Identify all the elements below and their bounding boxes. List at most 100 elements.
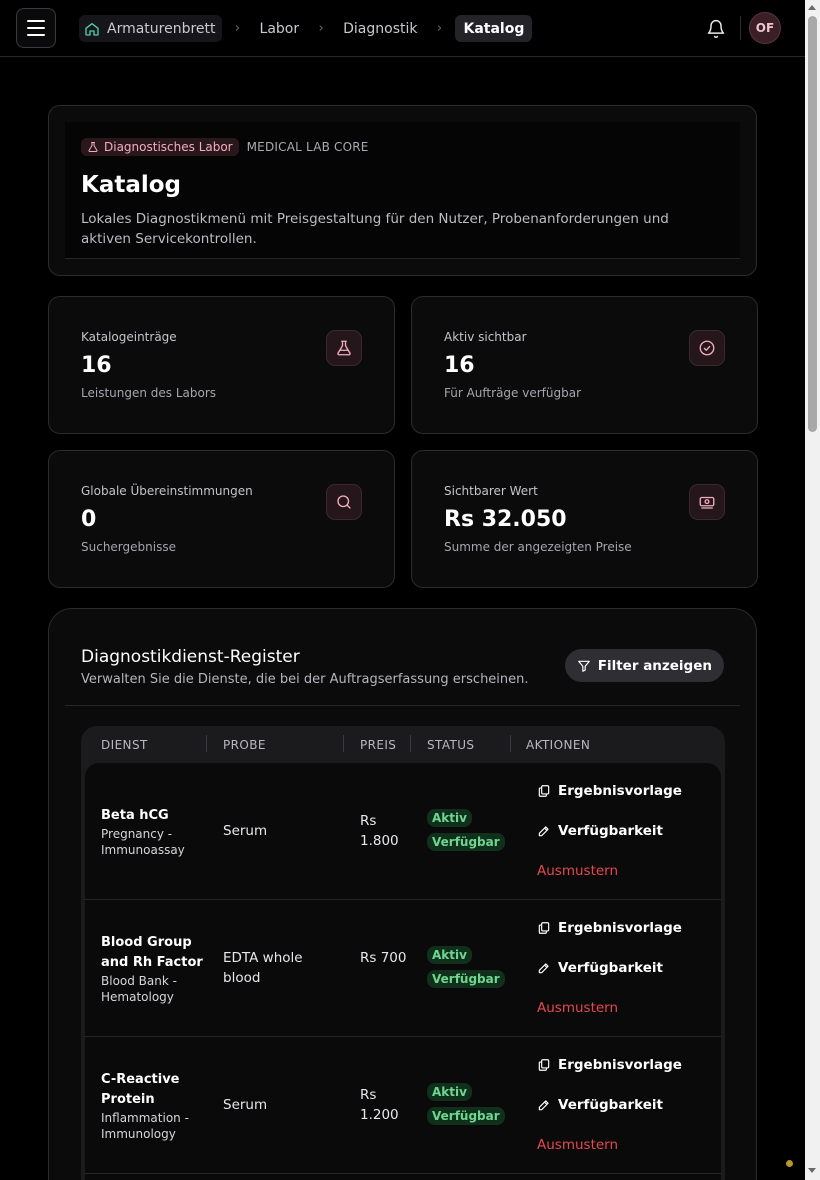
edit-icon <box>538 826 549 837</box>
page-description: Lokales Diagnostikmenü mit Preisgestaltu… <box>81 211 669 247</box>
availability-button[interactable]: Verfügbarkeit <box>537 958 682 978</box>
availability-badge: Verfügbar <box>427 833 505 851</box>
notifications-button[interactable] <box>703 16 729 42</box>
stat-value: 16 <box>444 353 475 378</box>
service-name: Blood Group and Rh Factor <box>101 935 203 970</box>
check-circle-icon <box>689 330 725 366</box>
column-header-actions[interactable]: AKTIONEN <box>526 738 590 752</box>
divider <box>740 16 741 40</box>
price-cell: Rs 1.200 <box>360 1087 399 1123</box>
edit-icon <box>538 963 549 974</box>
retire-button[interactable]: Ausmustern <box>537 861 682 881</box>
availability-button[interactable]: Verfügbarkeit <box>537 1095 682 1115</box>
retire-button[interactable]: Ausmustern <box>537 998 682 1018</box>
result-template-button[interactable]: Ergebnisvorlage <box>537 918 682 938</box>
result-template-button[interactable]: Ergebnisvorlage <box>537 781 682 801</box>
scroll-up-arrow-icon[interactable] <box>808 5 816 10</box>
service-cell: C-Reactive Protein Inflammation - Immuno… <box>101 1070 211 1142</box>
stat-card-active-visible: Aktiv sichtbar 16 Für Aufträge verfügbar <box>411 296 758 434</box>
copy-icon <box>538 1059 550 1071</box>
banknote-icon <box>689 484 725 520</box>
action-label: Ergebnisvorlage <box>558 1057 682 1073</box>
column-header-service[interactable]: DIENST <box>101 738 148 752</box>
hamburger-icon <box>27 20 45 22</box>
breadcrumb-label: Labor <box>259 20 300 37</box>
actions-cell: Ergebnisvorlage Verfügbarkeit Ausmustern <box>537 1055 682 1175</box>
breadcrumb-label: Diagnostik <box>343 20 418 37</box>
stat-value: 0 <box>81 507 97 532</box>
column-header-sample[interactable]: PROBE <box>223 738 266 752</box>
breadcrumb-label: Katalog <box>463 20 525 37</box>
breadcrumb-diagnostik[interactable]: Diagnostik <box>337 15 423 42</box>
retire-button[interactable]: Ausmustern <box>537 1135 682 1155</box>
status-cell: Aktiv Verfügbar <box>427 946 505 988</box>
action-label: Verfügbarkeit <box>558 960 663 976</box>
breadcrumb-home[interactable]: Armaturenbrett <box>79 15 222 42</box>
stat-label: Katalogeinträge <box>81 330 177 344</box>
bell-icon <box>707 19 725 39</box>
action-label: Verfügbarkeit <box>558 1097 663 1113</box>
avatar[interactable]: OF <box>749 12 781 44</box>
scroll-down-arrow-icon[interactable] <box>808 1168 816 1173</box>
stat-card-catalog-entries: Katalogeinträge 16 Leistungen des Labors <box>48 296 395 434</box>
search-icon <box>326 484 362 520</box>
action-label: Verfügbarkeit <box>558 823 663 839</box>
status-indicator-dot <box>786 1160 793 1167</box>
service-name: C-Reactive Protein <box>101 1072 180 1107</box>
availability-button[interactable]: Verfügbarkeit <box>537 821 682 841</box>
sample-cell: EDTA whole blood <box>223 950 303 986</box>
copy-icon <box>538 785 550 797</box>
stat-label: Aktiv sichtbar <box>444 330 527 344</box>
service-category: Blood Bank - Hematology <box>101 974 177 1004</box>
breadcrumb-labor[interactable]: Labor <box>254 15 306 42</box>
register-subtitle: Verwalten Sie die Dienste, die bei der A… <box>81 672 529 687</box>
filter-icon <box>577 660 590 672</box>
status-badge: Aktiv <box>427 1083 472 1101</box>
actions-cell: Ergebnisvorlage Verfügbarkeit Ausmustern <box>537 918 682 1038</box>
filter-button-label: Filter anzeigen <box>597 657 712 674</box>
status-cell: Aktiv Verfügbar <box>427 1083 505 1125</box>
sample-cell: Serum <box>223 1097 268 1113</box>
chevron-right-icon: › <box>436 21 443 36</box>
stat-subtext: Suchergebnisse <box>81 540 176 554</box>
catalog-header-card: Diagnostisches Labor MEDICAL LAB CORE Ka… <box>48 105 757 276</box>
column-header-price[interactable]: PREIS <box>360 738 396 752</box>
stat-value: 16 <box>81 353 112 378</box>
column-header-status[interactable]: STATUS <box>427 738 474 752</box>
register-title: Diagnostikdienst-Register <box>81 647 300 667</box>
stat-subtext: Summe der angezeigten Preise <box>444 540 632 554</box>
stat-label: Globale Übereinstimmungen <box>81 484 253 498</box>
table-row: Beta hCG Pregnancy - Immunoassay Serum R… <box>85 763 721 900</box>
copy-icon <box>538 922 550 934</box>
table-body: Beta hCG Pregnancy - Immunoassay Serum R… <box>85 763 721 1180</box>
service-category: Pregnancy - Immunoassay <box>101 827 185 857</box>
stat-value: Rs 32.050 <box>444 507 567 532</box>
service-cell: Beta hCG Pregnancy - Immunoassay <box>101 806 211 858</box>
lab-chip: Diagnostisches Labor <box>81 138 239 156</box>
header-chips: Diagnostisches Labor MEDICAL LAB CORE <box>81 138 369 156</box>
stat-subtext: Für Aufträge verfügbar <box>444 386 582 400</box>
actions-cell: Ergebnisvorlage Verfügbarkeit Ausmustern <box>537 781 682 901</box>
price-cell: Rs 1.800 <box>360 813 399 849</box>
breadcrumb-current: Katalog <box>455 15 533 42</box>
menu-toggle-button[interactable] <box>16 8 56 48</box>
stat-card-global-matches: Globale Übereinstimmungen 0 Suchergebnis… <box>48 450 395 588</box>
chevron-right-icon: › <box>234 21 241 36</box>
chevron-right-icon: › <box>318 21 324 36</box>
status-cell: Aktiv Verfügbar <box>427 809 505 851</box>
table-header: DIENST PROBE PREIS STATUS AKTIONEN <box>81 726 725 763</box>
action-label: Ergebnisvorlage <box>558 783 682 799</box>
lab-chip-label: Diagnostisches Labor <box>104 140 233 154</box>
breadcrumb-label: Armaturenbrett <box>107 20 216 37</box>
result-template-button[interactable]: Ergebnisvorlage <box>537 1055 682 1075</box>
stat-subtext: Leistungen des Labors <box>81 386 217 400</box>
scrollbar-thumb[interactable] <box>808 16 817 432</box>
flask-icon <box>326 330 362 366</box>
action-label: Ergebnisvorlage <box>558 920 682 936</box>
edit-icon <box>538 1100 549 1111</box>
module-label: MEDICAL LAB CORE <box>246 140 369 154</box>
show-filter-button[interactable]: Filter anzeigen <box>564 649 724 682</box>
top-bar: Armaturenbrett › Labor › Diagnostik › Ka… <box>0 0 805 57</box>
divider <box>65 705 740 706</box>
service-cell: Blood Group and Rh Factor Blood Bank - H… <box>101 933 211 1005</box>
